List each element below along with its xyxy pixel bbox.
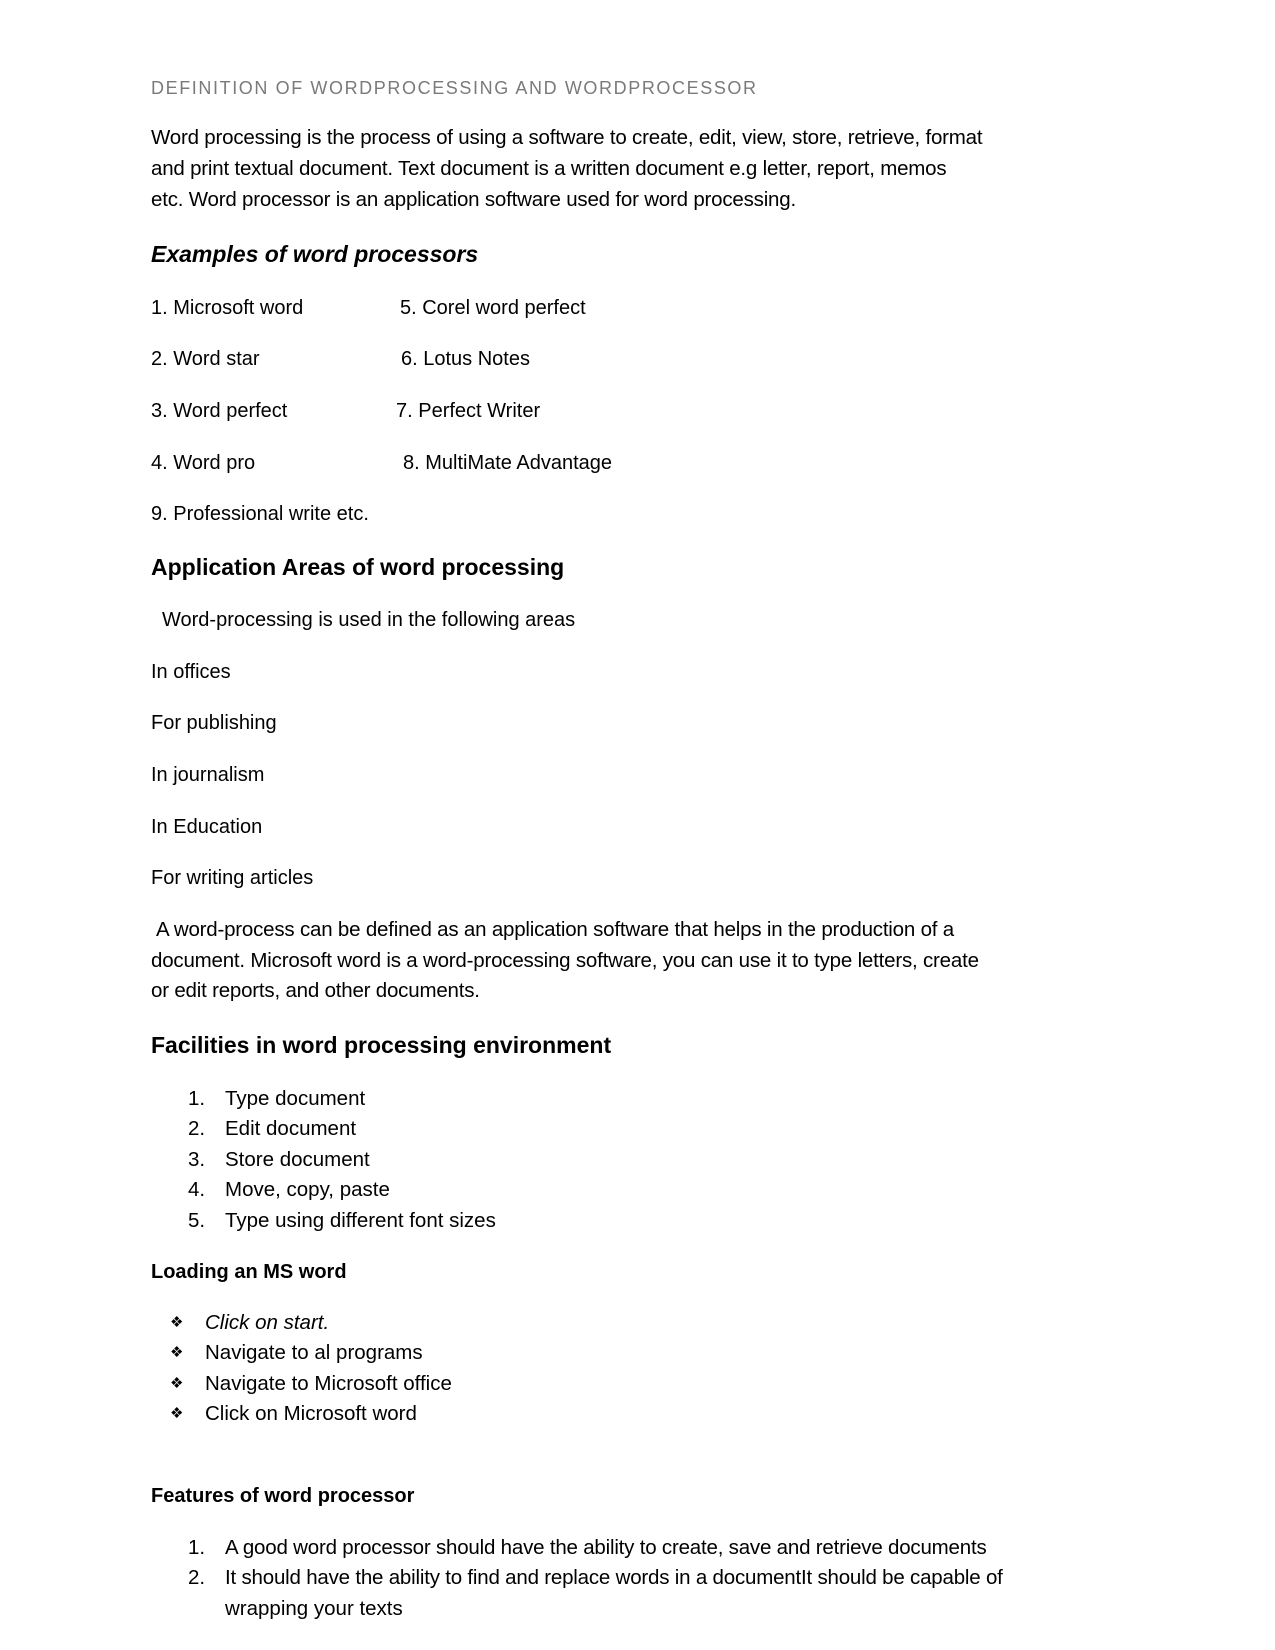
list-number: 1. xyxy=(188,1536,206,1559)
example-item: 2. Word star xyxy=(151,348,260,370)
list-number: 5. xyxy=(188,1209,206,1232)
application-area-item: In journalism xyxy=(151,764,265,786)
loading-step: Navigate to Microsoft office xyxy=(205,1372,452,1395)
list-item: Type document xyxy=(225,1087,366,1110)
application-areas-intro: Word-processing is used in the following… xyxy=(162,609,576,631)
intro-line: etc. Word processor is an application so… xyxy=(151,188,796,211)
examples-heading: Examples of word processors xyxy=(151,241,479,267)
list-item: Store document xyxy=(225,1148,370,1171)
application-area-item: For writing articles xyxy=(151,867,314,889)
example-item: 7. Perfect Writer xyxy=(396,400,541,422)
list-item-continuation: wrapping your texts xyxy=(225,1597,403,1620)
diamond-bullet-icon: ❖ xyxy=(170,1405,184,1422)
features-heading: Features of word processor xyxy=(151,1485,415,1507)
application-area-item: In offices xyxy=(151,661,231,683)
diamond-bullet-icon: ❖ xyxy=(170,1344,184,1361)
definition-line: document. Microsoft word is a word-proce… xyxy=(151,949,979,972)
diamond-bullet-icon: ❖ xyxy=(170,1375,184,1392)
diamond-bullet-icon: ❖ xyxy=(170,1314,184,1331)
list-item: Type using different font sizes xyxy=(225,1209,496,1232)
loading-step: Click on start. xyxy=(205,1311,330,1334)
application-area-item: In Education xyxy=(151,816,263,838)
example-item: 4. Word pro xyxy=(151,452,256,474)
loading-heading: Loading an MS word xyxy=(151,1261,347,1283)
list-number: 4. xyxy=(188,1178,206,1201)
loading-step: Navigate to al programs xyxy=(205,1341,423,1364)
list-item: Move, copy, paste xyxy=(225,1178,390,1201)
list-number: 2. xyxy=(188,1566,206,1589)
example-item: 1. Microsoft word xyxy=(151,297,304,319)
list-item: A good word processor should have the ab… xyxy=(225,1536,987,1559)
intro-line: and print textual document. Text documen… xyxy=(151,157,947,180)
list-number: 1. xyxy=(188,1087,206,1110)
definition-line: A word-process can be defined as an appl… xyxy=(156,918,954,941)
example-item: 3. Word perfect xyxy=(151,400,288,422)
list-item: It should have the ability to find and r… xyxy=(225,1566,1003,1589)
intro-line: Word processing is the process of using … xyxy=(151,126,983,149)
loading-step: Click on Microsoft word xyxy=(205,1402,417,1425)
list-number: 3. xyxy=(188,1148,206,1171)
application-areas-heading: Application Areas of word processing xyxy=(151,554,565,580)
definition-line: or edit reports, and other documents. xyxy=(151,979,480,1002)
example-item: 5. Corel word perfect xyxy=(400,297,586,319)
example-item: 6. Lotus Notes xyxy=(401,348,530,370)
application-area-item: For publishing xyxy=(151,712,277,734)
example-item: 9. Professional write etc. xyxy=(151,503,369,525)
list-item: Edit document xyxy=(225,1117,357,1140)
facilities-heading: Facilities in word processing environmen… xyxy=(151,1032,612,1058)
document-page: DEFINITION OF WORDPROCESSING AND WORDPRO… xyxy=(0,0,1275,1650)
document-title: DEFINITION OF WORDPROCESSING AND WORDPRO… xyxy=(151,78,758,98)
example-item: 8. MultiMate Advantage xyxy=(403,452,613,474)
list-number: 2. xyxy=(188,1117,206,1140)
